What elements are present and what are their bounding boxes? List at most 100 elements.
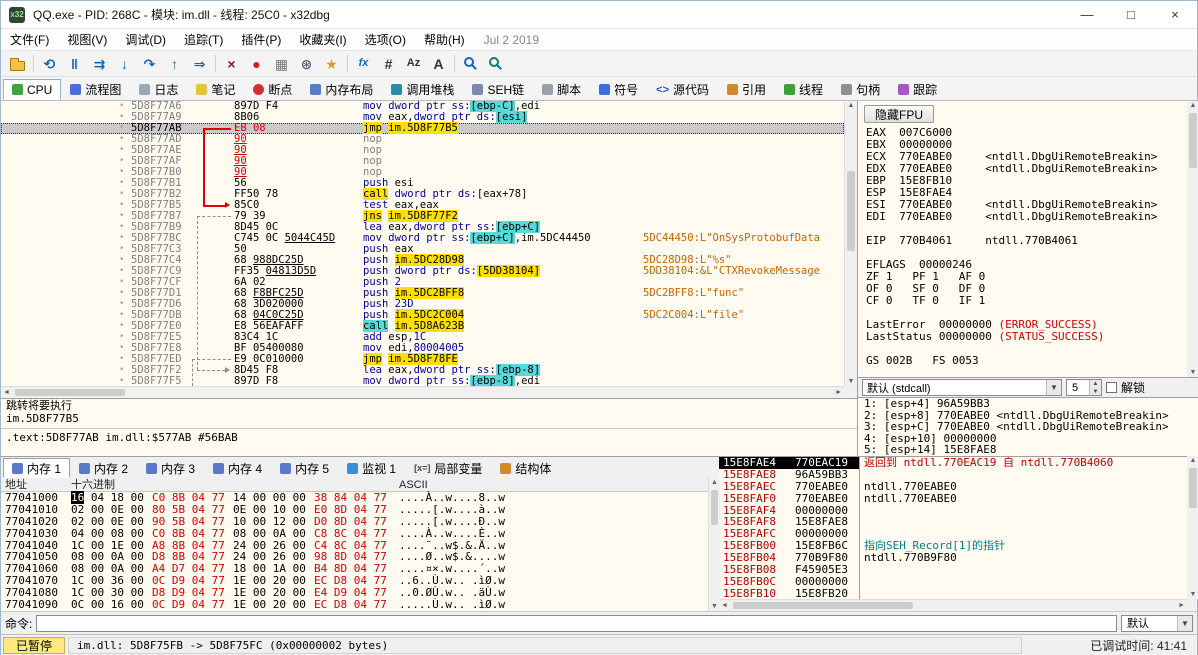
run-to-user-code-icon[interactable]: ⇒: [187, 53, 212, 75]
tab-symbols[interactable]: 符号: [590, 79, 647, 100]
tab-memory-2[interactable]: 内存 2: [70, 458, 137, 478]
disasm-vscrollbar[interactable]: ▲ ▼: [844, 101, 857, 386]
checkbox-icon[interactable]: [1106, 382, 1117, 393]
stack-pane[interactable]: 15E8FAE4 770EAC19 15E8FAE8 96A59BB3 15E8FAEC…: [719, 456, 859, 599]
registers-vscrollbar[interactable]: ▲ ▼: [1187, 101, 1198, 377]
menu-debug[interactable]: 调试(D): [116, 28, 175, 51]
register-line[interactable]: EIP 770B4061 ntdll.770B4061: [866, 235, 1185, 247]
arg-count-spinner[interactable]: 5 ▲ ▼: [1066, 379, 1102, 396]
scroll-thumb[interactable]: [1189, 468, 1197, 508]
disasm-row[interactable]: • 5D8F77AE 90 nop: [1, 145, 844, 156]
disasm-row[interactable]: • 5D8F77C9 FF35 04813D5D push dword ptr ds:…: [1, 265, 844, 277]
breakpoints-icon[interactable]: ●: [244, 53, 269, 75]
disasm-row[interactable]: • 5D8F77BC C745 0C 5044C45D mov dword ptr s…: [1, 232, 844, 244]
menu-file[interactable]: 文件(F): [1, 28, 58, 51]
tab-graph[interactable]: 流程图: [61, 79, 130, 100]
dump-row[interactable]: 77041020 02 00 0E 00 90 5B 04 77 10 00 12 0…: [1, 515, 708, 528]
tab-memory-map[interactable]: 内存布局: [301, 79, 382, 100]
tab-memory-1[interactable]: 内存 1: [3, 458, 71, 478]
tab-memory-5[interactable]: 内存 5: [271, 458, 338, 478]
label-hash-icon[interactable]: #: [376, 53, 401, 75]
favourites-star-icon[interactable]: ★: [319, 53, 344, 75]
tab-source[interactable]: <> 源代码: [647, 79, 718, 100]
restart-icon[interactable]: ⟲: [37, 53, 62, 75]
tab-breakpoints[interactable]: 断点: [244, 79, 301, 100]
minimize-button[interactable]: —: [1065, 1, 1109, 29]
hide-fpu-button[interactable]: 隐藏FPU: [864, 105, 935, 123]
tab-call-stack[interactable]: 调用堆栈: [382, 79, 463, 100]
dump-row[interactable]: 77041090 0C 00 16 00 0C D9 04 77 1E 00 20 0…: [1, 599, 708, 611]
tab-memory-4[interactable]: 内存 4: [204, 458, 271, 478]
scroll-thumb[interactable]: [1189, 113, 1197, 168]
menu-help[interactable]: 帮助(H): [415, 28, 474, 51]
stack-row[interactable]: 15E8FB0C 00000000: [719, 576, 859, 588]
memory-dump-pane[interactable]: 地址 十六进制 ASCII 77041000 16 04 18 00 C0 8B 0…: [1, 478, 708, 611]
disassembly-pane[interactable]: • 5D8F77A6 897D F4 mov dword ptr ss:[ebp-C]…: [1, 101, 844, 386]
disasm-row[interactable]: • 5D8F77F5 897D F8 mov dword ptr ss:[ebp-8]…: [1, 375, 844, 386]
scroll-thumb[interactable]: [847, 171, 855, 251]
scroll-thumb[interactable]: [733, 602, 913, 609]
calling-convention-select[interactable]: 默认 (stdcall) ▼: [862, 379, 1062, 396]
scroll-up-icon[interactable]: ▲: [845, 102, 857, 109]
tab-handles[interactable]: 句柄: [832, 79, 889, 100]
scroll-down-icon[interactable]: ▼: [845, 378, 857, 385]
disasm-hscrollbar[interactable]: ◄ ►: [1, 386, 844, 398]
codepage-icon[interactable]: A: [426, 53, 451, 75]
stack-vscrollbar[interactable]: ▲ ▼: [1187, 456, 1198, 599]
scroll-up-icon[interactable]: ▲: [709, 479, 720, 486]
disasm-row[interactable]: • 5D8F77AD 90 nop: [1, 134, 844, 145]
tab-locals[interactable]: [x=] 局部变量: [405, 458, 491, 478]
menu-trace[interactable]: 追踪(T): [175, 28, 232, 51]
strings-az-icon[interactable]: Az: [401, 53, 426, 75]
tab-cpu[interactable]: CPU: [3, 79, 62, 100]
find-pattern-icon[interactable]: [458, 53, 483, 75]
argument-row[interactable]: 1: [esp+4] 96A59BB3: [858, 398, 1198, 410]
close-button[interactable]: ×: [1153, 1, 1197, 29]
step-into-icon[interactable]: ↓: [112, 53, 137, 75]
tab-memory-3[interactable]: 内存 3: [137, 458, 204, 478]
settings-icon[interactable]: ⊛: [294, 53, 319, 75]
register-line[interactable]: GS 002B FS 0053: [866, 355, 1185, 367]
menu-plugins[interactable]: 插件(P): [232, 28, 290, 51]
tab-script[interactable]: 脚本: [533, 79, 590, 100]
tab-threads[interactable]: 线程: [775, 79, 832, 100]
dump-row[interactable]: 77041010 02 00 0E 00 80 5B 04 77 0E 00 10 0…: [1, 503, 708, 516]
disasm-row[interactable]: • 5D8F77D1 68 F8BFC25D push im.5DC2BFF8 5DC2…: [1, 287, 844, 299]
patches-icon[interactable]: ▦: [269, 53, 294, 75]
arguments-pane[interactable]: 1: [esp+4] 96A59BB3 2: [esp+8] 770EABE0 <…: [857, 398, 1198, 456]
menu-view[interactable]: 视图(V): [58, 28, 116, 51]
command-input[interactable]: [36, 614, 1117, 632]
command-profile-select[interactable]: 默认 ▼: [1121, 614, 1193, 632]
scroll-down-icon[interactable]: ▼: [1187, 591, 1198, 598]
disasm-row[interactable]: • 5D8F77B0 90 nop: [1, 167, 844, 178]
tab-watch-1[interactable]: 监视 1: [338, 458, 405, 478]
tab-struct[interactable]: 结构体: [491, 458, 560, 478]
stack-row[interactable]: 15E8FB10 15E8FB20: [719, 587, 859, 599]
stack-row[interactable]: 15E8FAF0 770EABE0: [719, 492, 859, 505]
close-process-icon[interactable]: ×: [219, 53, 244, 75]
find-references-icon[interactable]: [483, 53, 508, 75]
assemble-fx-icon[interactable]: fx: [351, 53, 376, 75]
scroll-thumb[interactable]: [15, 389, 125, 396]
pause-icon[interactable]: ‖: [62, 53, 87, 75]
scroll-left-icon[interactable]: ◄: [721, 602, 728, 609]
dump-row[interactable]: 77041030 04 00 08 00 C0 8B 04 77 08 00 0A 0…: [1, 527, 708, 540]
spinner-arrows-icon[interactable]: ▲ ▼: [1089, 380, 1101, 395]
scroll-down-icon[interactable]: ▼: [1187, 369, 1198, 376]
tab-notes[interactable]: 笔记: [187, 79, 244, 100]
chevron-down-icon[interactable]: ▼: [1177, 615, 1192, 631]
stack-comments-pane[interactable]: 返回到 ntdll.770EAC19 自 ntdll.770B4060 ntdl…: [859, 456, 1187, 599]
scroll-right-icon[interactable]: ►: [1178, 602, 1185, 609]
dump-vscrollbar[interactable]: ▲ ▼: [708, 478, 720, 611]
tab-seh[interactable]: SEH链: [463, 79, 533, 100]
menu-options[interactable]: 选项(O): [356, 28, 415, 51]
execute-till-return-icon[interactable]: ↑: [162, 53, 187, 75]
scroll-thumb[interactable]: [711, 490, 718, 525]
register-line[interactable]: CF 0 TF 0 IF 1: [866, 295, 1185, 307]
scroll-up-icon[interactable]: ▲: [1187, 457, 1198, 464]
tab-references[interactable]: 引用: [718, 79, 775, 100]
unlock-checkbox[interactable]: 解锁: [1106, 379, 1145, 396]
tab-trace[interactable]: 跟踪: [889, 79, 946, 100]
argument-row[interactable]: 5: [esp+14] 15E8FAE8: [858, 444, 1198, 456]
chevron-down-icon[interactable]: ▼: [1046, 380, 1061, 395]
